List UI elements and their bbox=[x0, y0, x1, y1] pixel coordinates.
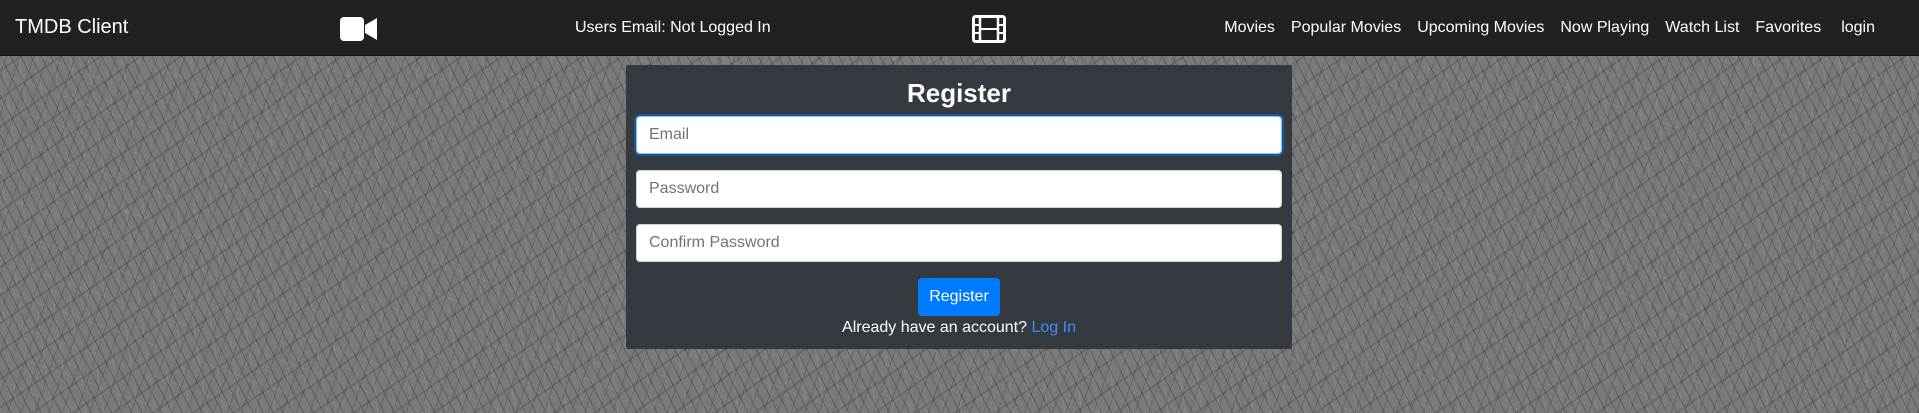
account-prompt-text: Already have an account? bbox=[842, 319, 1028, 336]
nav-link-upcoming-movies[interactable]: Upcoming Movies bbox=[1417, 19, 1544, 37]
top-navbar: TMDB Client Users Email: Not Logged In M… bbox=[0, 0, 1919, 56]
login-prompt: Already have an account? Log In bbox=[626, 319, 1292, 337]
confirm-password-input[interactable] bbox=[636, 224, 1282, 262]
nav-link-popular-movies[interactable]: Popular Movies bbox=[1291, 19, 1401, 37]
email-input[interactable] bbox=[636, 116, 1282, 154]
video-camera-icon bbox=[340, 16, 378, 42]
nav-link-favorites[interactable]: Favorites bbox=[1755, 19, 1821, 37]
nav-links: Movies Popular Movies Upcoming Movies No… bbox=[1224, 0, 1919, 56]
login-link[interactable]: Log In bbox=[1031, 319, 1075, 336]
register-form: Register Register Already have an accoun… bbox=[626, 65, 1292, 349]
nav-link-movies[interactable]: Movies bbox=[1224, 19, 1275, 37]
user-email-status: Users Email: Not Logged In bbox=[575, 19, 771, 36]
register-button[interactable]: Register bbox=[918, 278, 1000, 316]
password-input[interactable] bbox=[636, 170, 1282, 208]
brand-link[interactable]: TMDB Client bbox=[15, 16, 128, 39]
film-icon bbox=[972, 15, 1006, 43]
nav-link-now-playing[interactable]: Now Playing bbox=[1560, 19, 1649, 37]
register-title: Register bbox=[906, 78, 1012, 108]
nav-link-watch-list[interactable]: Watch List bbox=[1665, 19, 1739, 37]
nav-link-login[interactable]: login bbox=[1841, 19, 1875, 37]
